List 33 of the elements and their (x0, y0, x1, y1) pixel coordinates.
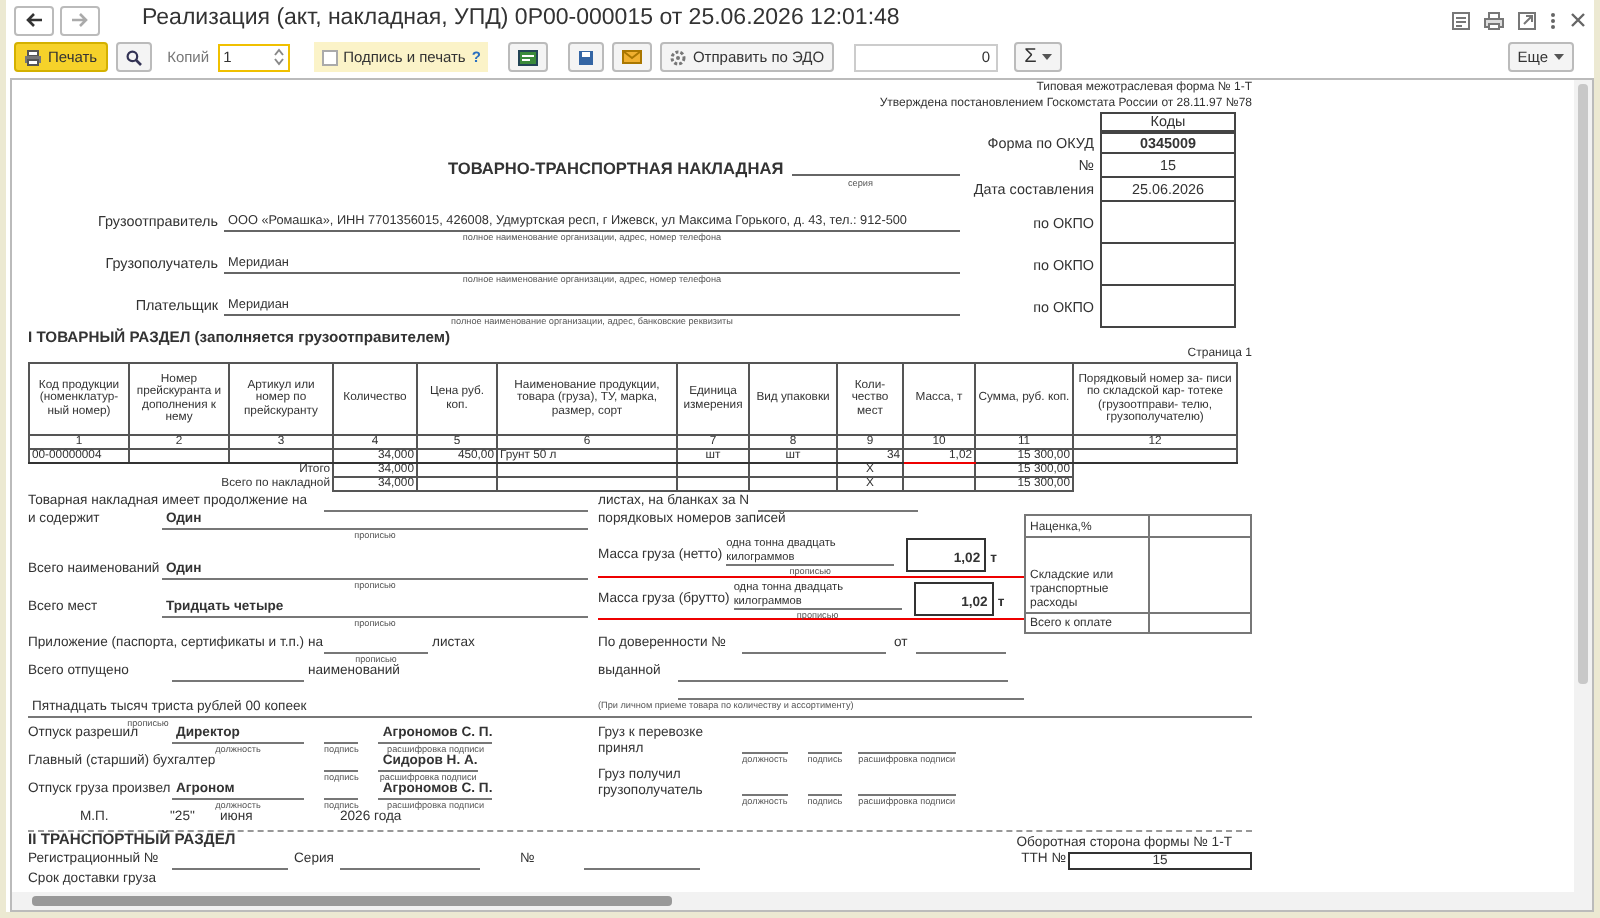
more-icon[interactable] (1550, 11, 1556, 29)
charge-cell (1149, 515, 1251, 538)
code-cell (1100, 202, 1236, 245)
window-arrow-icon[interactable] (1518, 11, 1536, 29)
screen-icon (518, 49, 539, 65)
close-icon[interactable] (1570, 12, 1586, 28)
charge-cell (1149, 612, 1251, 633)
vertical-scrollbar[interactable] (1574, 80, 1592, 892)
preview-button[interactable] (115, 42, 152, 72)
gear-icon (670, 49, 687, 65)
document-title: ТОВАРНО-ТРАНСПОРТНАЯ НАКЛАДНАЯ (448, 159, 784, 179)
spin-icon (273, 48, 284, 66)
forward-arrow-icon (70, 12, 90, 28)
save-icon (578, 49, 595, 65)
screen-button[interactable] (508, 42, 549, 72)
document-icon[interactable] (1452, 11, 1470, 29)
back-button[interactable] (14, 5, 54, 35)
caret-icon (1554, 54, 1564, 60)
window-title: Реализация (акт, накладная, УПД) 0Р00-000015 от 25.06.2026 12:01:48 (142, 4, 900, 35)
checkbox[interactable] (321, 49, 338, 65)
printer-icon (24, 49, 42, 65)
email-button[interactable] (612, 42, 653, 72)
search-icon (125, 49, 142, 65)
save-button[interactable] (568, 42, 605, 72)
code-cell (1100, 244, 1236, 287)
back-arrow-icon (24, 12, 44, 28)
charge-cell (1149, 537, 1251, 613)
horizontal-scrollbar[interactable] (12, 892, 1592, 910)
code-cell (1100, 286, 1236, 329)
sum-button[interactable]: Σ (1014, 42, 1063, 72)
print-icon[interactable] (1484, 11, 1504, 29)
envelope-icon (622, 50, 643, 64)
caret-icon (1042, 54, 1053, 60)
